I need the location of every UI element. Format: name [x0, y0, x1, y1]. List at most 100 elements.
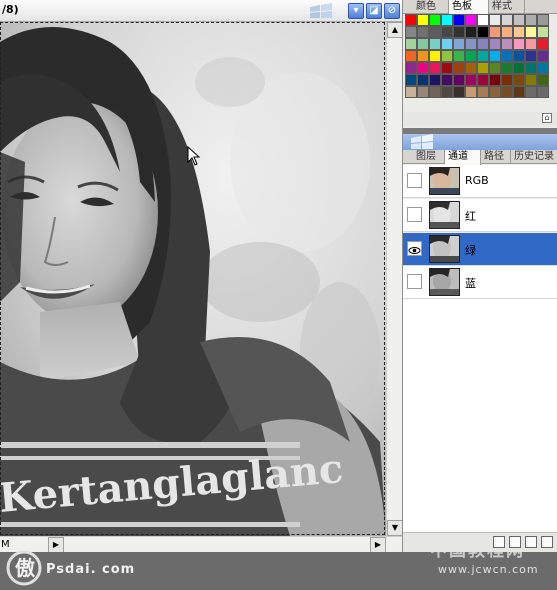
swatch-cell[interactable]: [513, 38, 525, 50]
swatch-cell[interactable]: [441, 26, 453, 38]
swatch-cell[interactable]: [429, 62, 441, 74]
tab-swatches[interactable]: 色板: [449, 0, 489, 15]
swatch-cell[interactable]: [453, 38, 465, 50]
restore-button[interactable]: ◪: [366, 3, 382, 19]
scroll-right-button[interactable]: ▶: [370, 537, 386, 553]
swatch-cell[interactable]: [501, 50, 513, 62]
swatch-cell[interactable]: [489, 74, 501, 86]
minimize-button[interactable]: ▾: [348, 3, 364, 19]
swatch-cell[interactable]: [429, 86, 441, 98]
swatch-cell[interactable]: [441, 74, 453, 86]
swatch-cell[interactable]: [525, 62, 537, 74]
swatch-cell[interactable]: [453, 62, 465, 74]
swatch-cell[interactable]: [525, 26, 537, 38]
swatch-cell[interactable]: [453, 50, 465, 62]
tab-layers[interactable]: 图层: [413, 150, 445, 164]
swatch-cell[interactable]: [477, 86, 489, 98]
image-canvas[interactable]: Kertanglaglanc: [0, 22, 386, 536]
swatch-cell[interactable]: [453, 14, 465, 26]
swatch-cell[interactable]: [417, 38, 429, 50]
swatch-cell[interactable]: [417, 50, 429, 62]
swatch-cell[interactable]: [537, 62, 549, 74]
swatch-cell[interactable]: [405, 38, 417, 50]
swatch-cell[interactable]: [513, 50, 525, 62]
swatch-cell[interactable]: [525, 86, 537, 98]
swatch-cell[interactable]: [429, 74, 441, 86]
tab-channels[interactable]: 通道: [445, 150, 481, 165]
swatch-cell[interactable]: [465, 38, 477, 50]
swatch-cell[interactable]: [429, 50, 441, 62]
swatch-cell[interactable]: [453, 86, 465, 98]
swatch-cell[interactable]: [465, 86, 477, 98]
swatch-cell[interactable]: [489, 86, 501, 98]
close-button[interactable]: ⊘: [384, 3, 400, 19]
swatch-cell[interactable]: [501, 38, 513, 50]
save-selection-button[interactable]: [509, 536, 521, 548]
swatch-cell[interactable]: [465, 14, 477, 26]
tab-paths[interactable]: 路径: [481, 150, 511, 164]
visibility-toggle[interactable]: [407, 274, 422, 289]
swatch-cell[interactable]: [465, 62, 477, 74]
swatch-cell[interactable]: [501, 74, 513, 86]
swatch-cell[interactable]: [489, 14, 501, 26]
swatch-cell[interactable]: [525, 14, 537, 26]
scroll-up-button[interactable]: ▲: [387, 22, 403, 38]
swatch-cell[interactable]: [417, 26, 429, 38]
swatch-cell[interactable]: [429, 38, 441, 50]
swatch-cell[interactable]: [501, 62, 513, 74]
swatch-cell[interactable]: [477, 74, 489, 86]
swatch-cell[interactable]: [417, 62, 429, 74]
swatch-cell[interactable]: [405, 26, 417, 38]
swatch-cell[interactable]: [441, 14, 453, 26]
swatch-cell[interactable]: [537, 50, 549, 62]
swatch-cell[interactable]: [453, 74, 465, 86]
visibility-toggle[interactable]: [407, 207, 422, 222]
swatch-cell[interactable]: [405, 14, 417, 26]
swatch-cell[interactable]: [477, 38, 489, 50]
swatch-cell[interactable]: [453, 26, 465, 38]
tab-color[interactable]: 颜色: [413, 0, 449, 14]
swatch-cell[interactable]: [525, 38, 537, 50]
swatch-cell[interactable]: [405, 86, 417, 98]
swatch-cell[interactable]: [429, 26, 441, 38]
swatch-cell[interactable]: [525, 50, 537, 62]
swatch-cell[interactable]: [465, 26, 477, 38]
swatch-cell[interactable]: [477, 62, 489, 74]
swatch-cell[interactable]: [513, 62, 525, 74]
swatch-cell[interactable]: [537, 14, 549, 26]
swatch-cell[interactable]: [513, 14, 525, 26]
swatch-cell[interactable]: [501, 26, 513, 38]
swatch-cell[interactable]: [489, 38, 501, 50]
swatch-cell[interactable]: [429, 14, 441, 26]
swatch-cell[interactable]: [417, 74, 429, 86]
swatch-cell[interactable]: [513, 26, 525, 38]
swatch-cell[interactable]: [465, 50, 477, 62]
swatch-cell[interactable]: [441, 62, 453, 74]
swatch-cell[interactable]: [441, 38, 453, 50]
swatch-cell[interactable]: [477, 26, 489, 38]
swatch-cell[interactable]: [537, 74, 549, 86]
swatch-cell[interactable]: [405, 74, 417, 86]
new-channel-button[interactable]: [525, 536, 537, 548]
swatch-cell[interactable]: [489, 26, 501, 38]
visibility-toggle[interactable]: [407, 241, 422, 256]
swatch-cell[interactable]: [537, 38, 549, 50]
swatch-cell[interactable]: [525, 74, 537, 86]
delete-channel-button[interactable]: [541, 536, 553, 548]
tab-styles[interactable]: 样式: [489, 0, 525, 14]
swatch-cell[interactable]: [537, 86, 549, 98]
swatch-cell[interactable]: [537, 26, 549, 38]
channel-row-green[interactable]: 绿: [403, 233, 557, 266]
swatch-cell[interactable]: [513, 74, 525, 86]
swatch-cell[interactable]: [441, 50, 453, 62]
swatch-cell[interactable]: [477, 50, 489, 62]
visibility-toggle[interactable]: [407, 173, 422, 188]
swatch-cell[interactable]: [501, 86, 513, 98]
document-titlebar[interactable]: /8) ▾ ◪ ⊘: [0, 0, 402, 22]
swatch-cell[interactable]: [417, 86, 429, 98]
scroll-down-button[interactable]: ▼: [387, 520, 403, 536]
swatch-cell[interactable]: [405, 50, 417, 62]
swatch-cell[interactable]: [513, 86, 525, 98]
channel-row-blue[interactable]: 蓝: [403, 266, 557, 299]
tab-history[interactable]: 历史记录: [511, 150, 557, 164]
